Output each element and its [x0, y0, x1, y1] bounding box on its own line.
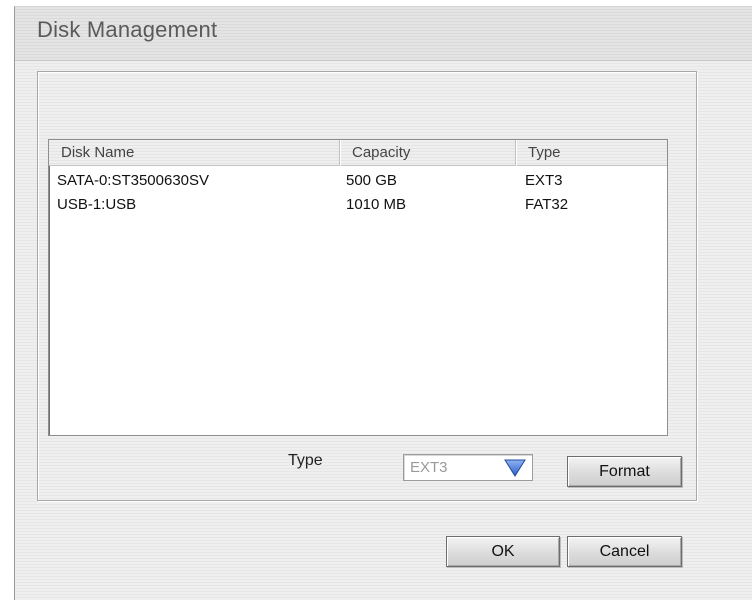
disk-list[interactable]: Disk Name Capacity Type SATA-0:ST3500630…: [48, 139, 668, 436]
ok-button[interactable]: OK: [446, 536, 560, 567]
type-dropdown[interactable]: EXT3: [403, 454, 533, 481]
format-button[interactable]: Format: [567, 456, 682, 487]
title-bar: Disk Management: [15, 7, 752, 61]
type-cell: EXT3: [525, 172, 563, 189]
type-cell: FAT32: [525, 196, 569, 213]
column-header-capacity[interactable]: Capacity: [339, 140, 515, 166]
dialog-title: Disk Management: [37, 17, 218, 42]
disk-name-cell: SATA-0:ST3500630SV: [57, 172, 210, 189]
disk-list-header: Disk Name Capacity Type: [49, 140, 667, 166]
disk-row[interactable]: SATA-0:ST3500630SV 500 GB EXT3: [49, 169, 667, 193]
type-dropdown-value: EXT3: [410, 459, 448, 476]
capacity-cell: 500 GB: [346, 172, 397, 189]
chevron-down-icon[interactable]: [504, 458, 526, 478]
column-header-type[interactable]: Type: [515, 140, 667, 166]
cancel-button[interactable]: Cancel: [567, 536, 682, 567]
disk-name-cell: USB-1:USB: [57, 196, 137, 213]
type-label: Type: [288, 452, 323, 469]
column-header-disk-name[interactable]: Disk Name: [49, 140, 339, 166]
disk-row[interactable]: USB-1:USB 1010 MB FAT32: [49, 193, 667, 217]
capacity-cell: 1010 MB: [346, 196, 407, 213]
